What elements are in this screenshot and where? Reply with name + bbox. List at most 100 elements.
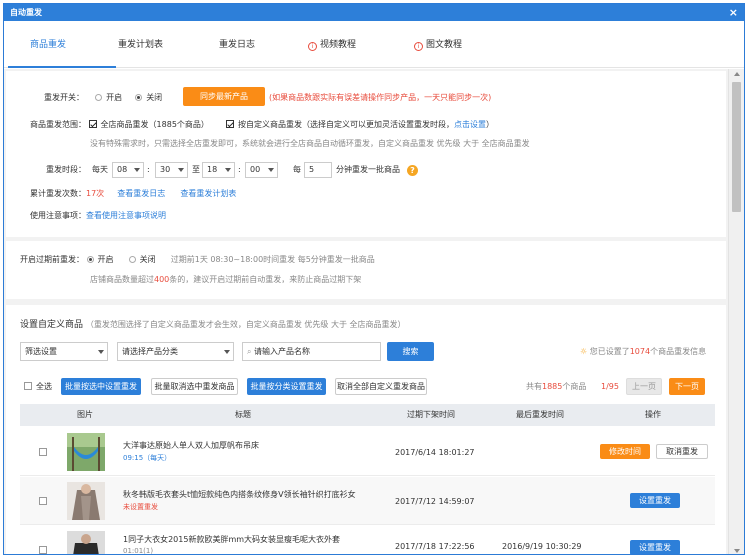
scope-label: 商品重发范围： [30,120,86,129]
custom-products-panel: 设置自定义商品 （重发范围选择了自定义商品重发才会生效，自定义商品重发 优先级 … [6,305,726,554]
info-icon: i [414,42,423,51]
search-icon: ⌕ [247,347,252,356]
switch-on-radio[interactable] [95,94,103,101]
scroll-down-icon[interactable] [734,549,740,553]
help-icon[interactable]: ? [407,163,418,176]
end-hour-select[interactable]: 18 [202,162,235,178]
chevron-down-icon [224,350,230,354]
count-label: 累计重发次数： [30,189,86,198]
scrollbar-thumb[interactable] [732,82,741,212]
expire-hint: 店铺商品数量超过400条的，建议开启过期前自动重发，来防止商品过期下架 [90,274,361,286]
interval-value: 5 [309,165,315,174]
settings-panel: 重发开关： 开启 关闭 同步最新产品 (如果商品数跟实际有误差请操作同步产品，一… [6,71,726,237]
switch-off-radio[interactable] [135,94,143,101]
custom-title-note: （重发范围选择了自定义商品重发才会生效，自定义商品重发 优先级 大于 全店商品重… [85,320,406,329]
custom-title: 设置自定义商品 [20,320,84,330]
tab-text-tutorial[interactable]: i 图文教程 [414,37,462,51]
active-tab-indicator [8,66,116,68]
notice-link[interactable]: 查看使用注意事项说明 [86,211,166,220]
expire-hint-post: 条的，建议开启过期前自动重发，来防止商品过期下架 [169,275,362,284]
expire-on-radio[interactable] [86,256,94,263]
close-icon[interactable]: × [729,4,738,21]
table-row: 1同子大衣女2015新款欧美胖mm大码女装显瘦毛呢大衣外套 01:01(1) 2… [20,526,715,554]
row-expire-time: 2017/6/14 18:01:27 [395,448,475,457]
scroll-up-icon[interactable] [734,72,740,76]
header-last: 最后重发时间 [516,410,564,419]
select-all-checkbox[interactable] [24,382,32,390]
header-expire: 过期下架时间 [407,410,455,419]
row-schedule: 09:15（每天） [123,454,172,462]
tab-log[interactable]: 重发日志 [219,37,255,50]
prev-page-button[interactable]: 上一页 [626,378,662,395]
scope-custom-checkbox[interactable] [226,120,234,128]
switch-label: 重发开关： [44,93,84,102]
select-all-label: 全选 [36,382,52,391]
count-row: 累计重发次数：17次 查看重发日志 查看重发计划表 [30,188,236,200]
tab-video-tutorial[interactable]: i 视频教程 [308,37,356,51]
set-repost-button[interactable]: 设置重发 [630,493,680,508]
chevron-down-icon [225,168,231,172]
window-titlebar: 自动重发 × [4,4,744,21]
row-expire-time: 2017/7/12 14:59:07 [395,497,475,506]
batch-category-button[interactable]: 批量按分类设置重发 [247,378,326,395]
every-label: 每 [293,165,301,174]
product-thumbnail [67,482,105,520]
colon: : [147,165,150,174]
vertical-scrollbar[interactable] [728,69,744,554]
main-content: 重发开关： 开启 关闭 同步最新产品 (如果商品数跟实际有误差请操作同步产品，一… [4,69,730,554]
view-log-link[interactable]: 查看重发日志 [117,189,165,198]
row-checkbox[interactable] [39,497,47,505]
header-image: 图片 [77,410,93,419]
set-repost-button[interactable]: 设置重发 [630,540,680,554]
tab-plan[interactable]: 重发计划表 [118,37,163,50]
window-title: 自动重发 [10,8,42,17]
scope-close-paren: ） [486,120,494,129]
view-plan-link[interactable]: 查看重发计划表 [180,189,236,198]
cancel-all-button[interactable]: 取消全部自定义重发商品 [335,378,427,395]
edit-time-button[interactable]: 修改时间 [600,444,650,459]
cancel-repost-button[interactable]: 取消重发 [656,444,708,459]
expire-off-radio[interactable] [128,256,136,263]
tab-product-repost[interactable]: 商品重发 [30,37,66,50]
next-page-button[interactable]: 下一页 [669,378,705,395]
start-hour-select[interactable]: 08 [112,162,144,178]
expire-desc: 过期前1天 08:30~18:00时间重发 每5分钟重发一批商品 [170,255,375,264]
filter-placeholder: 筛选设置 [25,347,57,356]
notice-row: 使用注意事项：查看使用注意事项说明 [30,210,166,222]
scope-all-label: 全店商品重发（1885个商品） [100,120,209,129]
tab-text-label: 图文教程 [426,40,463,50]
start-min-value: 30 [160,165,171,174]
end-hour-value: 18 [207,165,218,174]
chevron-down-icon [134,168,140,172]
table-header: 图片 标题 过期下架时间 最后重发时间 操作 [20,404,715,426]
scope-settings-link[interactable]: 点击设置 [454,120,486,129]
sync-products-button[interactable]: 同步最新产品 [183,87,265,106]
chevron-down-icon [268,168,274,172]
page-indicator: 1/95 [601,382,619,391]
table-row: 大洋事达原始人单人双人加厚帆布吊床 09:15（每天） 2017/6/14 18… [20,428,715,476]
to-label: 至 [192,165,200,174]
row-checkbox[interactable] [39,546,47,554]
expire-hint-pre: 店铺商品数量超过 [90,275,154,284]
batch-set-button[interactable]: 批量按选中设置重发 [61,378,141,395]
colon: : [238,165,241,174]
switch-off-label: 关闭 [146,93,163,102]
row-expire-time: 2017/7/18 17:22:56 [395,542,475,551]
header-title: 标题 [235,410,251,419]
filter-select[interactable]: 筛选设置 [20,342,108,361]
interval-input[interactable]: 5 [304,162,332,178]
row-title: 秋冬韩版毛衣套头t恤短款纯色内搭条纹修身V领长袖针织打底衫女 [123,490,356,499]
lightbulb-icon: ☼ [580,347,588,356]
row-schedule: 未设置重发 [123,503,158,511]
batch-cancel-button[interactable]: 批量取消选中重发商品 [151,378,238,395]
start-min-select[interactable]: 30 [155,162,188,178]
category-select[interactable]: 请选择产品分类 [117,342,234,361]
row-checkbox[interactable] [39,448,47,456]
custom-info: ☼ 您已设置了1074个商品重发信息 [580,346,706,358]
row-title: 大洋事达原始人单人双人加厚帆布吊床 [123,441,259,450]
end-min-select[interactable]: 00 [245,162,278,178]
custom-title-row: 设置自定义商品 （重发范围选择了自定义商品重发才会生效，自定义商品重发 优先级 … [20,319,406,331]
search-button[interactable]: 搜索 [387,342,434,361]
scope-all-checkbox[interactable] [88,120,97,128]
product-name-input[interactable]: ⌕ 请输入产品名称 [242,342,381,361]
